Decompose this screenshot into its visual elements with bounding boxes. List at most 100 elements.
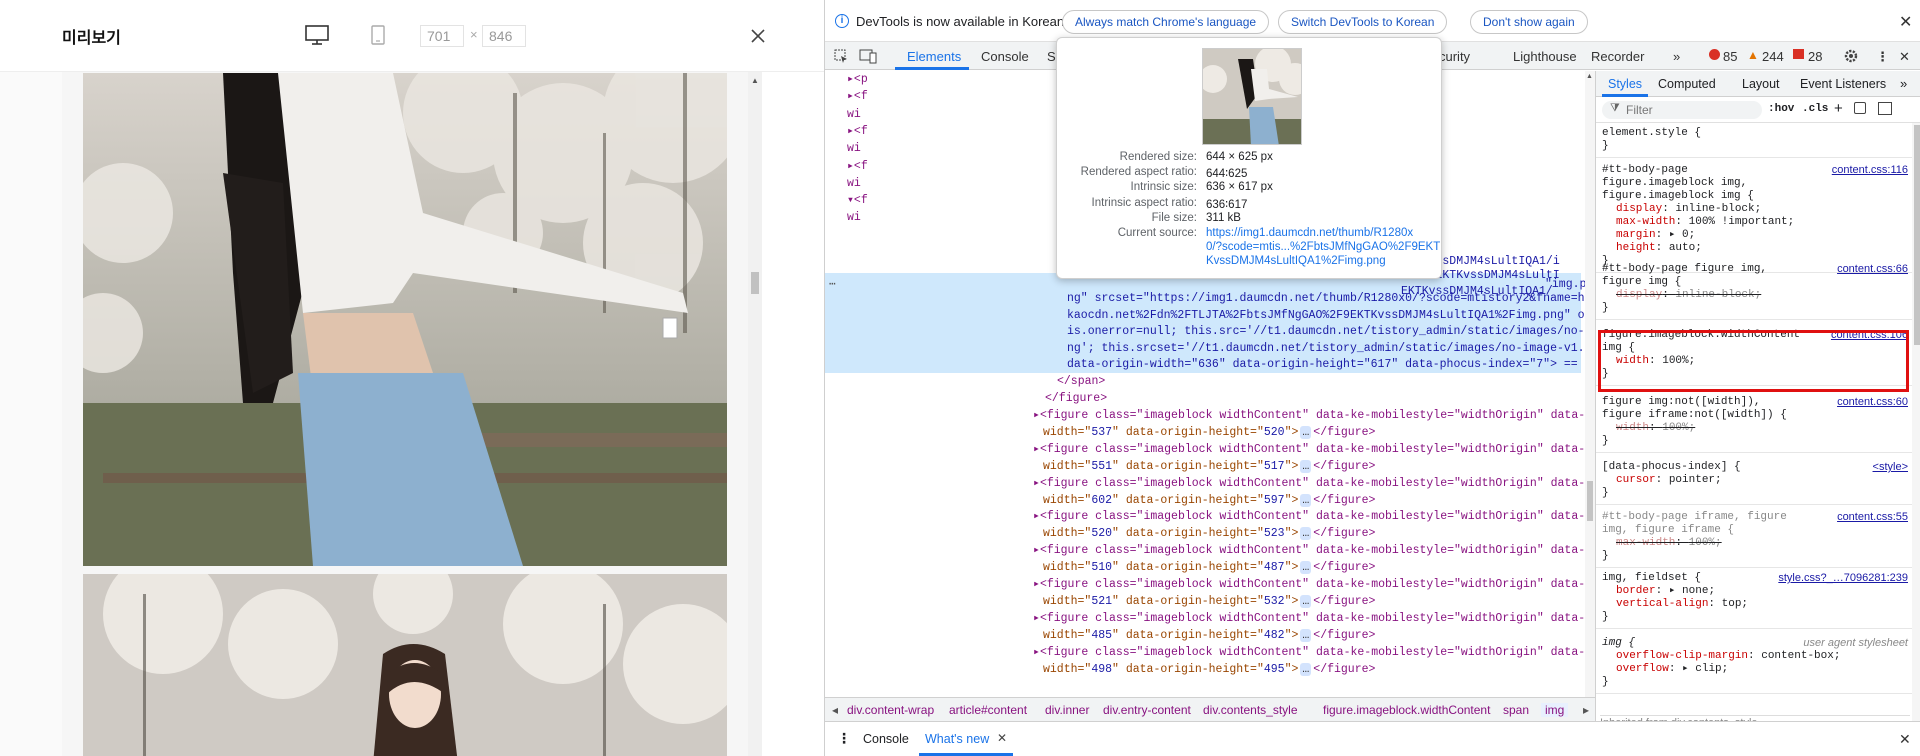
preview-scroll-thumb[interactable] bbox=[751, 272, 759, 294]
warning-count[interactable]: 244 bbox=[1762, 49, 1784, 64]
infobar-close-icon[interactable]: ✕ bbox=[1899, 12, 1912, 32]
collapsed-ellipsis[interactable]: … bbox=[1300, 493, 1312, 507]
css-declaration[interactable]: overflow-clip-margin: content-box; bbox=[1602, 650, 1906, 663]
breadcrumb-item[interactable]: img bbox=[1541, 703, 1569, 717]
css-rule[interactable]: img {user agent stylesheet overflow-clip-… bbox=[1596, 633, 1912, 694]
breadcrumb-item[interactable]: article#content bbox=[949, 703, 1027, 717]
collapsed-ellipsis[interactable]: … bbox=[1300, 561, 1312, 575]
css-value[interactable]: content-box; bbox=[1761, 650, 1840, 662]
styles-scrollbar[interactable] bbox=[1912, 123, 1920, 721]
elements-scroll-thumb[interactable] bbox=[1587, 481, 1593, 521]
css-source-link[interactable]: content.css:55 bbox=[1837, 511, 1908, 524]
breadcrumb-left-icon[interactable]: ◂ bbox=[832, 703, 838, 717]
tab-styles[interactable]: Styles bbox=[1608, 77, 1642, 91]
css-value[interactable]: 100% !important; bbox=[1689, 216, 1795, 228]
mobile-view-icon[interactable] bbox=[370, 24, 386, 46]
css-declaration[interactable]: height: auto; bbox=[1602, 242, 1906, 255]
css-source-link[interactable]: style.css?_…7096281:239 bbox=[1778, 572, 1908, 585]
collapsed-ellipsis[interactable]: … bbox=[1300, 426, 1312, 439]
css-property[interactable]: height bbox=[1616, 242, 1656, 254]
css-source-link[interactable]: content.css:116 bbox=[1832, 164, 1908, 177]
close-whats-new-icon[interactable]: ✕ bbox=[997, 731, 1007, 745]
elements-scrollbar[interactable]: ▲ bbox=[1585, 71, 1595, 697]
selected-img-attr-line[interactable]: is.onerror=null; this.src='//t1.daumcdn.… bbox=[1067, 323, 1585, 340]
css-value[interactable]: 100%; bbox=[1689, 537, 1722, 549]
css-declaration[interactable]: border: ▸ none; bbox=[1602, 585, 1906, 598]
preview-content[interactable] bbox=[62, 72, 762, 756]
css-property[interactable]: display bbox=[1616, 203, 1662, 215]
collapsed-ellipsis[interactable]: … bbox=[1300, 459, 1312, 473]
settings-gear-icon[interactable] bbox=[1843, 48, 1859, 64]
figure-node-line[interactable]: ▸<figure class="imageblock widthContent"… bbox=[1033, 475, 1585, 492]
figure-node-attrs[interactable]: width="498" data-origin-height="495">… </… bbox=[1043, 661, 1585, 678]
css-property[interactable]: width bbox=[1616, 422, 1649, 434]
drawer-close-icon[interactable]: ✕ bbox=[1899, 731, 1911, 748]
css-declaration[interactable]: cursor: pointer; bbox=[1602, 474, 1906, 487]
preview-height-input[interactable]: 846 bbox=[482, 25, 526, 47]
expand-arrow-icon[interactable]: ▸ bbox=[1033, 578, 1040, 591]
css-property[interactable]: overflow bbox=[1616, 663, 1669, 675]
drawer-tab-console[interactable]: Console bbox=[863, 732, 909, 746]
css-declaration[interactable]: vertical-align: top; bbox=[1602, 598, 1906, 611]
switch-korean-button[interactable]: Switch DevTools to Korean bbox=[1278, 10, 1448, 34]
more-panes-icon[interactable]: » bbox=[1900, 76, 1907, 91]
css-value[interactable]: ▸ clip; bbox=[1682, 663, 1728, 675]
breadcrumb-item[interactable]: div.content-wrap bbox=[847, 703, 934, 717]
figure-close-tag[interactable]: </figure> bbox=[1045, 390, 1585, 407]
css-property[interactable]: cursor bbox=[1616, 474, 1656, 486]
expand-arrow-icon[interactable]: ▸ bbox=[1033, 443, 1040, 456]
css-selector[interactable]: img, fieldset { bbox=[1602, 572, 1802, 585]
collapsed-ellipsis[interactable]: … bbox=[1300, 595, 1312, 608]
figure-node-attrs[interactable]: width="551" data-origin-height="517">… </… bbox=[1043, 458, 1585, 475]
device-toolbar-icon[interactable] bbox=[859, 48, 877, 64]
css-value[interactable]: inline-block; bbox=[1675, 289, 1761, 301]
class-toggle[interactable]: .cls bbox=[1802, 103, 1828, 115]
span-close-tag[interactable]: </span> bbox=[1057, 373, 1585, 390]
figure-node-line[interactable]: ▸<figure class="imageblock widthContent"… bbox=[1033, 542, 1585, 559]
css-property[interactable]: display bbox=[1616, 289, 1662, 301]
figure-node-attrs[interactable]: width="521" data-origin-height="532">… </… bbox=[1043, 593, 1585, 610]
css-source-link[interactable]: user agent stylesheet bbox=[1803, 637, 1908, 650]
tab-layout[interactable]: Layout bbox=[1742, 77, 1780, 91]
css-declaration[interactable]: display: inline-block; bbox=[1602, 289, 1906, 302]
breadcrumb-item[interactable]: div.entry-content bbox=[1103, 703, 1191, 717]
css-value[interactable]: auto; bbox=[1669, 242, 1702, 254]
css-rule[interactable]: #tt-body-page figure img, figure img {co… bbox=[1596, 259, 1912, 320]
paint-icon[interactable] bbox=[1854, 102, 1866, 114]
css-property[interactable]: border bbox=[1616, 585, 1656, 597]
dont-show-again-button[interactable]: Don't show again bbox=[1470, 10, 1588, 34]
css-rule[interactable]: img, fieldset {style.css?_…7096281:239 bo… bbox=[1596, 568, 1912, 629]
breadcrumb-right-icon[interactable]: ▸ bbox=[1583, 703, 1589, 717]
css-value[interactable]: ▸ none; bbox=[1669, 585, 1715, 597]
css-value[interactable]: inline-block; bbox=[1675, 203, 1761, 215]
figure-node-line[interactable]: ▸<figure class="imageblock widthContent"… bbox=[1033, 610, 1585, 627]
css-selector[interactable]: img { bbox=[1602, 637, 1802, 650]
collapsed-ellipsis[interactable]: … bbox=[1300, 662, 1312, 676]
css-declaration[interactable]: overflow: ▸ clip; bbox=[1602, 663, 1906, 676]
expand-arrow-icon[interactable]: ▸ bbox=[1033, 612, 1040, 625]
css-declaration[interactable]: max-width: 100%; bbox=[1602, 537, 1906, 550]
css-declaration[interactable]: width: 100%; bbox=[1602, 422, 1906, 435]
inspect-element-icon[interactable] bbox=[833, 48, 849, 64]
hover-state-toggle[interactable]: :hov bbox=[1768, 103, 1794, 115]
figure-node-attrs[interactable]: width="510" data-origin-height="487">… </… bbox=[1043, 559, 1585, 576]
css-value[interactable]: pointer; bbox=[1669, 474, 1722, 486]
preview-photo-1[interactable] bbox=[83, 73, 727, 566]
sidebar-toggle-icon[interactable] bbox=[1878, 102, 1892, 115]
scroll-up-icon[interactable]: ▲ bbox=[1586, 73, 1593, 80]
css-source-link[interactable]: content.css:60 bbox=[1837, 396, 1908, 409]
css-selector[interactable]: #tt-body-page iframe, figure img, figure… bbox=[1602, 511, 1802, 537]
new-rule-icon[interactable]: + bbox=[1834, 100, 1843, 117]
tooltip-source-url-3[interactable]: KvssDMJM4sLultIQA1%2Fimg.png bbox=[1206, 255, 1386, 267]
expand-arrow-icon[interactable]: ▸ bbox=[1033, 544, 1040, 557]
tab-console[interactable]: Console bbox=[981, 49, 1029, 64]
css-declaration[interactable]: margin: ▸ 0; bbox=[1602, 229, 1906, 242]
css-selector[interactable]: figure img:not([width]), figure iframe:n… bbox=[1602, 396, 1802, 422]
tooltip-source-url-2[interactable]: 0/?scode=mtis...%2FbtsJMfNgGAO%2F9EKT bbox=[1206, 241, 1440, 253]
preview-width-input[interactable]: 701 bbox=[420, 25, 464, 47]
selected-img-attr-line[interactable]: kaocdn.net%2Fdn%2FTLJTA%2FbtsJMfNgGAO%2F… bbox=[1067, 307, 1585, 324]
css-source-link[interactable]: <style> bbox=[1873, 461, 1908, 474]
kebab-menu-icon[interactable]: ⋮ bbox=[1876, 49, 1889, 65]
css-selector[interactable]: element.style { bbox=[1602, 127, 1906, 140]
css-rule[interactable]: [data-phocus-index] {<style> cursor: poin… bbox=[1596, 457, 1912, 505]
